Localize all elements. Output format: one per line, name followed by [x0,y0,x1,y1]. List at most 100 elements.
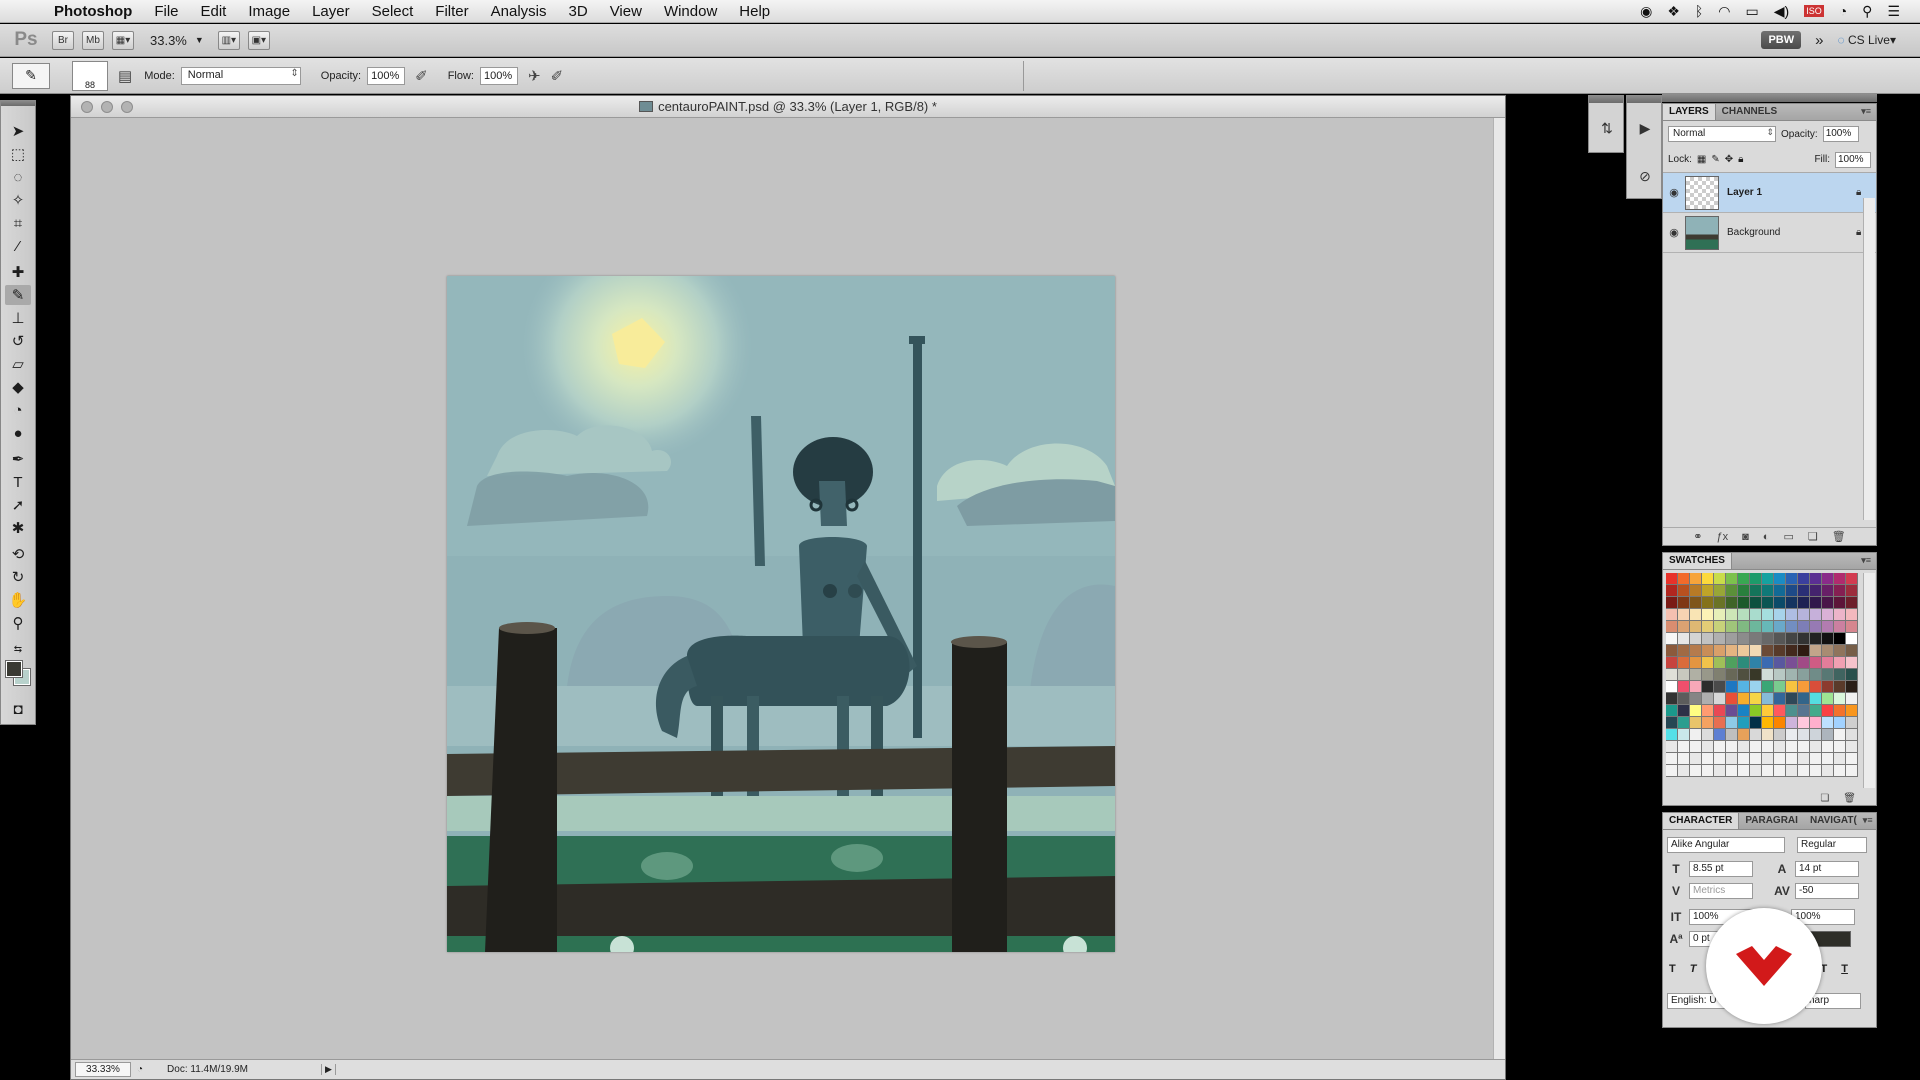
menu-3d[interactable]: 3D [569,3,588,20]
color-swatch[interactable] [1726,621,1738,633]
add-mask-icon[interactable]: ◙ [1742,531,1749,543]
menu-layer[interactable]: Layer [312,3,350,20]
color-swatch[interactable] [1702,657,1714,669]
marquee-tool-icon[interactable]: ⬚ [5,144,31,164]
menu-select[interactable]: Select [372,3,414,20]
color-swatch[interactable] [1702,681,1714,693]
color-swatch[interactable] [1822,705,1834,717]
foreground-color-swatch[interactable] [5,660,23,678]
brush-panel-toggle-icon[interactable]: ▤ [118,67,132,85]
color-swatch[interactable] [1738,765,1750,777]
color-swatch[interactable] [1702,633,1714,645]
color-swatch[interactable] [1750,717,1762,729]
shape-tool-icon[interactable]: ✱ [5,518,31,538]
color-swatch[interactable] [1786,585,1798,597]
color-swatch[interactable] [1762,741,1774,753]
color-swatch[interactable] [1762,657,1774,669]
vertical-scrollbar[interactable] [1493,118,1505,1061]
color-swatch[interactable] [1714,597,1726,609]
launch-bridge-button[interactable]: Br [52,30,74,50]
color-swatch[interactable] [1690,705,1702,717]
color-swatch[interactable] [1666,609,1678,621]
color-swatch[interactable] [1678,717,1690,729]
color-swatch[interactable] [1762,597,1774,609]
color-swatch[interactable] [1750,597,1762,609]
color-swatch[interactable] [1822,597,1834,609]
color-swatch[interactable] [1798,573,1810,585]
color-swatch[interactable] [1702,717,1714,729]
color-swatch[interactable] [1786,741,1798,753]
status-menu-arrow-icon[interactable]: ▶ [321,1064,336,1075]
lock-transparent-icon[interactable]: ▦ [1697,154,1706,165]
color-swatch[interactable] [1690,597,1702,609]
color-swatch[interactable] [1822,765,1834,777]
color-swatch[interactable] [1798,693,1810,705]
pressure-size-icon[interactable]: ✐ [551,67,564,85]
color-swatch[interactable] [1846,669,1858,681]
color-swatch[interactable] [1798,597,1810,609]
color-swatch[interactable] [1714,573,1726,585]
color-swatch[interactable] [1738,681,1750,693]
tab-paragraph[interactable]: PARAGRAI [1739,813,1804,829]
color-swatch[interactable] [1726,585,1738,597]
color-swatch[interactable] [1666,765,1678,777]
color-swatch[interactable] [1786,573,1798,585]
flow-input[interactable]: 100% [479,66,518,85]
color-swatch[interactable] [1678,681,1690,693]
color-swatch[interactable] [1678,597,1690,609]
color-swatch[interactable] [1738,573,1750,585]
color-swatch[interactable] [1834,681,1846,693]
new-swatch-icon[interactable]: ❏ [1820,793,1829,804]
cs-live-button[interactable]: ◌ CS Live▾ [1837,33,1896,47]
color-swatch[interactable] [1714,693,1726,705]
swatches-scrollbar[interactable] [1863,573,1875,788]
color-swatch[interactable] [1714,645,1726,657]
color-swatch[interactable] [1762,693,1774,705]
color-swatch[interactable] [1786,645,1798,657]
color-swatch[interactable] [1774,717,1786,729]
color-swatch[interactable] [1786,693,1798,705]
color-swatch[interactable] [1714,765,1726,777]
color-swatch[interactable] [1750,621,1762,633]
color-swatch[interactable] [1714,741,1726,753]
faux-bold-button[interactable]: T [1669,963,1676,975]
color-swatch[interactable] [1834,753,1846,765]
color-swatch[interactable] [1726,597,1738,609]
color-swatch[interactable] [1738,693,1750,705]
dock-grip[interactable] [1662,94,1877,102]
tool-preset-picker[interactable]: ✎ [12,62,50,89]
color-swatch[interactable] [1750,681,1762,693]
view-extras-button[interactable]: ▦▾ [112,30,134,50]
color-swatch[interactable] [1834,621,1846,633]
tracking-input[interactable]: -50 [1795,883,1859,899]
color-swatch[interactable] [1738,645,1750,657]
color-swatch[interactable] [1810,645,1822,657]
adjustments-panel-icon[interactable]: ⊘ [1635,166,1655,186]
color-swatch[interactable] [1726,741,1738,753]
color-swatch[interactable] [1678,693,1690,705]
color-swatch[interactable] [1846,621,1858,633]
color-swatch[interactable] [1666,621,1678,633]
color-swatch[interactable] [1774,681,1786,693]
menu-window[interactable]: Window [664,3,717,20]
history-brush-tool-icon[interactable]: ↺ [5,331,31,351]
color-swatch[interactable] [1666,645,1678,657]
color-swatch[interactable] [1834,741,1846,753]
color-swatch[interactable] [1774,657,1786,669]
leading-input[interactable]: 14 pt [1795,861,1859,877]
color-swatch[interactable] [1738,729,1750,741]
color-swatch[interactable] [1714,585,1726,597]
color-swatch[interactable] [1726,633,1738,645]
color-swatch[interactable] [1690,681,1702,693]
new-layer-icon[interactable]: ❏ [1808,530,1818,543]
color-swatch[interactable] [1810,741,1822,753]
color-swatch[interactable] [1678,705,1690,717]
color-swatch[interactable] [1846,753,1858,765]
color-swatch[interactable] [1834,705,1846,717]
color-swatch[interactable] [1690,633,1702,645]
color-swatch[interactable] [1810,717,1822,729]
color-swatch[interactable] [1678,753,1690,765]
color-swatch[interactable] [1846,717,1858,729]
color-swatch[interactable] [1666,585,1678,597]
color-swatch[interactable] [1774,609,1786,621]
